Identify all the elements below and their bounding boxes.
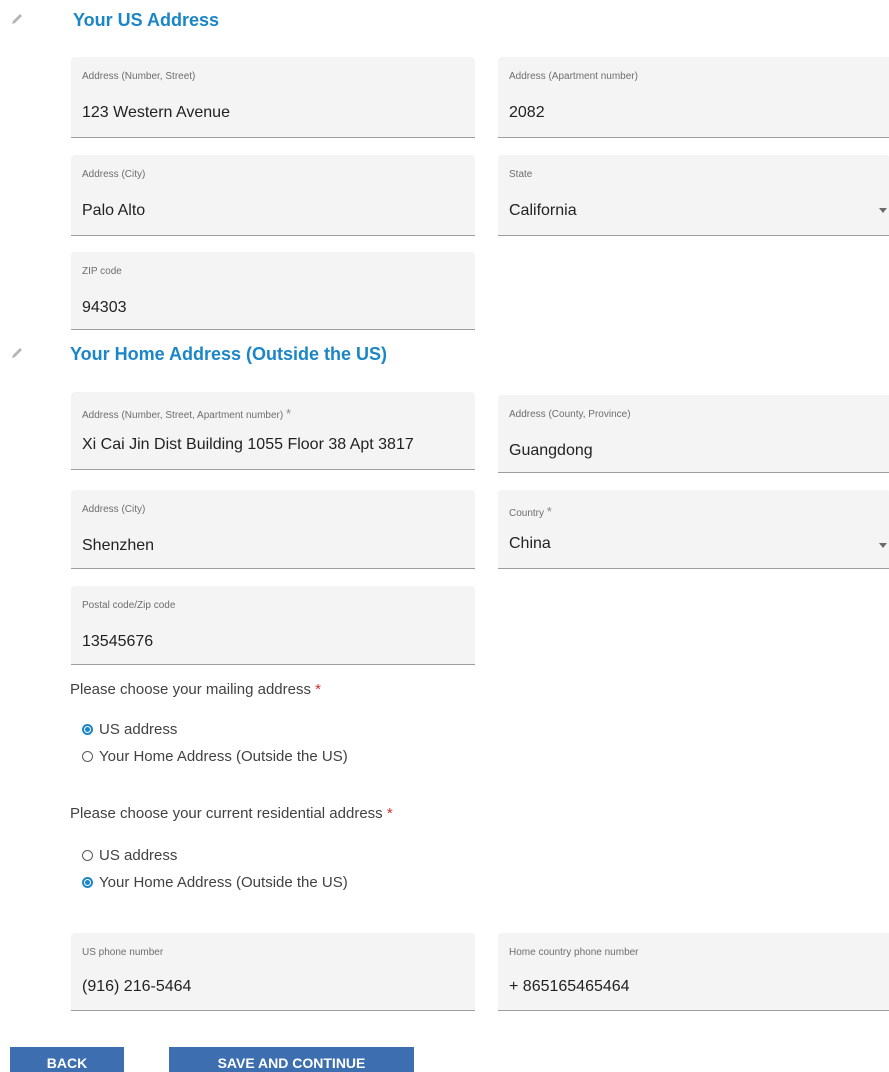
us-address-title: Your US Address bbox=[73, 10, 220, 30]
home-city-field[interactable]: Address (City) Shenzhen bbox=[71, 490, 475, 569]
us-state-label: State bbox=[509, 169, 533, 180]
address-form-page: Your US Address Address (Number, Street)… bbox=[0, 0, 889, 1072]
home-postal-value[interactable]: 13545676 bbox=[82, 633, 153, 651]
us-city-field[interactable]: Address (City) Palo Alto bbox=[71, 155, 475, 236]
mailing-option-us-label: US address bbox=[99, 720, 178, 738]
us-zip-value[interactable]: 94303 bbox=[82, 299, 127, 317]
home-postal-field[interactable]: Postal code/Zip code 13545676 bbox=[71, 586, 475, 665]
radio-unchecked-icon[interactable] bbox=[82, 750, 93, 762]
us-state-select[interactable]: State California bbox=[498, 155, 889, 236]
required-mark: * bbox=[386, 805, 393, 822]
us-phone-field[interactable]: US phone number (916) 216-5464 bbox=[71, 933, 475, 1011]
required-mark: * bbox=[546, 504, 552, 519]
radio-checked-icon[interactable] bbox=[82, 876, 93, 888]
home-county-label: Address (County, Province) bbox=[509, 409, 631, 420]
home-street-field[interactable]: Address (Number, Street, Apartment numbe… bbox=[71, 392, 475, 470]
us-apartment-label: Address (Apartment number) bbox=[509, 71, 638, 82]
pencil-icon[interactable] bbox=[10, 346, 24, 360]
residential-option-home[interactable]: Your Home Address (Outside the US) bbox=[82, 872, 348, 892]
us-street-field[interactable]: Address (Number, Street) 123 Western Ave… bbox=[71, 57, 475, 138]
pencil-icon[interactable] bbox=[10, 12, 24, 26]
radio-checked-icon[interactable] bbox=[82, 723, 93, 735]
home-city-value[interactable]: Shenzhen bbox=[82, 537, 154, 555]
mailing-option-home-label: Your Home Address (Outside the US) bbox=[99, 747, 348, 765]
us-phone-label: US phone number bbox=[82, 947, 164, 958]
us-zip-label: ZIP code bbox=[82, 266, 122, 277]
home-postal-label: Postal code/Zip code bbox=[82, 600, 176, 611]
caret-down-icon[interactable] bbox=[879, 543, 887, 548]
residential-question: Please choose your current residential a… bbox=[70, 805, 393, 822]
home-county-value[interactable]: Guangdong bbox=[509, 442, 593, 460]
us-street-label: Address (Number, Street) bbox=[82, 71, 196, 82]
us-street-value[interactable]: 123 Western Avenue bbox=[82, 104, 230, 122]
us-city-label: Address (City) bbox=[82, 169, 146, 180]
us-phone-value[interactable]: (916) 216-5464 bbox=[82, 978, 191, 996]
home-street-value[interactable]: Xi Cai Jin Dist Building 1055 Floor 38 A… bbox=[82, 436, 414, 454]
us-state-value[interactable]: California bbox=[509, 202, 577, 220]
home-phone-value[interactable]: + 865165465464 bbox=[509, 978, 630, 996]
mailing-question: Please choose your mailing address * bbox=[70, 681, 321, 698]
required-mark: * bbox=[285, 406, 292, 421]
back-button[interactable]: BACK bbox=[10, 1047, 124, 1072]
mailing-option-us[interactable]: US address bbox=[82, 719, 177, 739]
home-city-label: Address (City) bbox=[82, 504, 146, 515]
home-county-field[interactable]: Address (County, Province) Guangdong bbox=[498, 395, 889, 473]
mailing-option-home[interactable]: Your Home Address (Outside the US) bbox=[82, 746, 348, 766]
home-street-label: Address (Number, Street, Apartment numbe… bbox=[82, 406, 292, 421]
caret-down-icon[interactable] bbox=[879, 208, 887, 213]
residential-option-us-label: US address bbox=[99, 846, 178, 864]
required-mark: * bbox=[315, 681, 321, 698]
save-and-continue-button[interactable]: SAVE AND CONTINUE bbox=[169, 1047, 414, 1072]
home-country-select[interactable]: Country * China bbox=[498, 490, 889, 569]
residential-option-us[interactable]: US address bbox=[82, 845, 177, 865]
home-phone-field[interactable]: Home country phone number + 865165465464 bbox=[498, 933, 889, 1011]
home-address-title: Your Home Address (Outside the US) bbox=[70, 344, 388, 364]
us-apartment-field[interactable]: Address (Apartment number) 2082 bbox=[498, 57, 889, 138]
radio-unchecked-icon[interactable] bbox=[82, 849, 93, 861]
us-apartment-value[interactable]: 2082 bbox=[509, 104, 545, 122]
residential-option-home-label: Your Home Address (Outside the US) bbox=[99, 873, 348, 891]
us-city-value[interactable]: Palo Alto bbox=[82, 202, 145, 220]
us-zip-field[interactable]: ZIP code 94303 bbox=[71, 252, 475, 330]
home-phone-label: Home country phone number bbox=[509, 947, 639, 958]
home-country-label: Country * bbox=[509, 504, 552, 519]
home-country-value[interactable]: China bbox=[509, 535, 551, 553]
